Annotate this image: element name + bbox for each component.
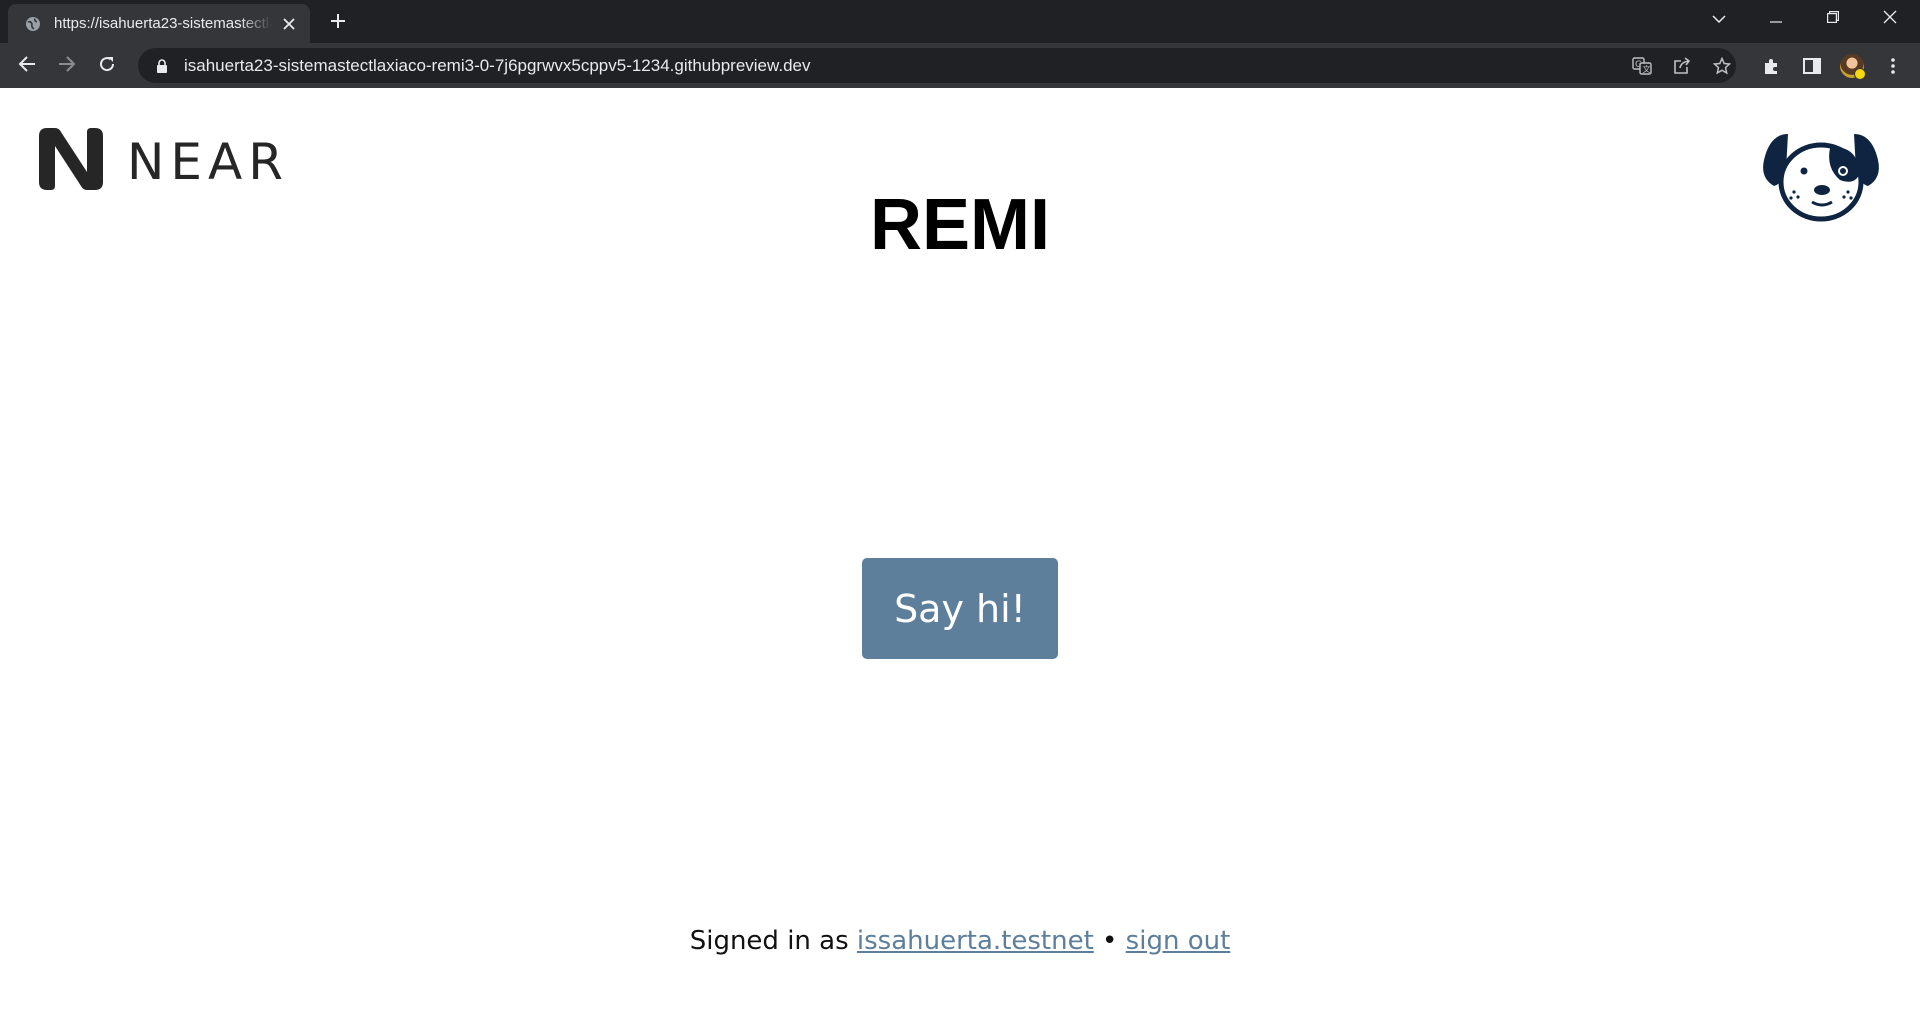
translate-icon[interactable]: G文	[1628, 52, 1656, 80]
globe-icon	[24, 15, 42, 33]
kebab-menu-icon[interactable]	[1876, 49, 1910, 83]
lock-icon[interactable]	[154, 58, 170, 74]
restore-button[interactable]	[1810, 0, 1856, 38]
page-content: NEAR REMI Say hi! Signed in as issahuert…	[0, 88, 1920, 1018]
profile-button[interactable]	[1835, 49, 1869, 83]
tab-search-button[interactable]	[1696, 0, 1742, 38]
tab-title: https://isahuerta23-sistemastectlaxiaco-…	[54, 15, 272, 32]
window-close-button[interactable]	[1867, 0, 1913, 38]
star-icon[interactable]	[1708, 52, 1736, 80]
forward-arrow-icon	[58, 55, 76, 77]
close-icon	[1883, 10, 1897, 29]
browser-toolbar: isahuerta23-sistemastectlaxiaco-remi3-0-…	[0, 43, 1920, 88]
side-panel-icon[interactable]	[1795, 49, 1829, 83]
new-tab-button[interactable]	[324, 9, 352, 37]
sign-out-link[interactable]: sign out	[1126, 926, 1231, 956]
page-title: REMI	[870, 185, 1050, 265]
tab-strip: https://isahuerta23-sistemastectlaxiaco-…	[0, 0, 1920, 43]
forward-button[interactable]	[50, 49, 84, 83]
close-icon[interactable]	[278, 13, 300, 35]
chevron-down-icon	[1712, 10, 1726, 28]
address-bar[interactable]: isahuerta23-sistemastectlaxiaco-remi3-0-…	[138, 48, 1736, 83]
url-text: isahuerta23-sistemastectlaxiaco-remi3-0-…	[184, 55, 811, 75]
reload-icon	[98, 55, 116, 78]
browser-chrome: https://isahuerta23-sistemastectlaxiaco-…	[0, 0, 1920, 88]
account-link[interactable]: issahuerta.testnet	[857, 926, 1094, 956]
puzzle-icon[interactable]	[1755, 49, 1789, 83]
reload-button[interactable]	[90, 49, 124, 83]
share-icon[interactable]	[1668, 52, 1696, 80]
near-wordmark: NEAR	[127, 132, 289, 191]
minimize-icon	[1770, 10, 1782, 28]
footer-separator: •	[1093, 926, 1126, 956]
svg-text:文: 文	[1643, 64, 1651, 74]
browser-tab[interactable]: https://isahuerta23-sistemastectlaxiaco-…	[8, 4, 310, 43]
signed-in-footer: Signed in as issahuerta.testnet • sign o…	[0, 926, 1920, 956]
avatar	[1840, 54, 1866, 80]
plus-icon	[330, 13, 346, 34]
signed-in-prefix: Signed in as	[689, 926, 857, 956]
say-hi-button[interactable]: Say hi!	[862, 558, 1058, 659]
back-arrow-icon	[18, 55, 36, 77]
restore-icon	[1827, 10, 1839, 28]
minimize-button[interactable]	[1753, 0, 1799, 38]
back-button[interactable]	[10, 49, 44, 83]
